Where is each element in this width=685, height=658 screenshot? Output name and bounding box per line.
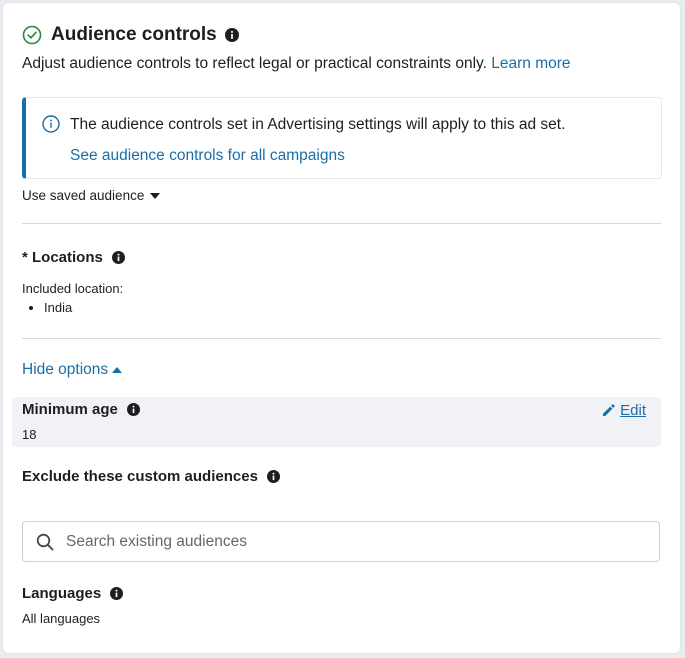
section-description: Adjust audience controls to reflect lega… bbox=[22, 55, 571, 73]
edit-label: Edit bbox=[620, 402, 646, 419]
page-title: Audience controls bbox=[51, 24, 217, 45]
pencil-icon bbox=[603, 404, 615, 416]
info-icon[interactable] bbox=[110, 587, 124, 600]
saved-audience-label: Use saved audience bbox=[22, 188, 145, 203]
use-saved-audience-dropdown[interactable]: Use saved audience bbox=[22, 188, 161, 203]
caret-down-icon bbox=[150, 192, 161, 199]
learn-more-link[interactable]: Learn more bbox=[491, 55, 570, 72]
divider bbox=[22, 338, 661, 339]
section-header: Audience controls bbox=[22, 23, 239, 47]
languages-title: Languages bbox=[22, 585, 102, 602]
hide-options-toggle[interactable]: Hide options bbox=[22, 361, 123, 379]
check-circle-icon bbox=[22, 25, 42, 45]
exclude-audiences-heading: Exclude these custom audiences bbox=[22, 468, 280, 485]
languages-value: All languages bbox=[22, 611, 101, 626]
locations-heading: * Locations bbox=[22, 249, 125, 266]
locations-title: * Locations bbox=[22, 249, 103, 266]
caret-up-icon bbox=[112, 367, 123, 373]
info-icon[interactable] bbox=[111, 251, 125, 264]
search-icon bbox=[36, 533, 54, 550]
info-outline-icon bbox=[42, 115, 60, 133]
minimum-age-heading: Minimum age bbox=[22, 401, 140, 418]
search-input[interactable] bbox=[66, 532, 626, 551]
info-icon[interactable] bbox=[266, 470, 280, 483]
notice-text: The audience controls set in Advertising… bbox=[70, 116, 566, 133]
audience-controls-card: Audience controls Adjust audience contro… bbox=[3, 3, 680, 653]
hide-options-label: Hide options bbox=[22, 361, 109, 378]
list-item: India bbox=[29, 300, 72, 315]
minimum-age-title: Minimum age bbox=[22, 401, 118, 418]
info-icon[interactable] bbox=[126, 403, 140, 416]
included-location-label: Included location: bbox=[22, 281, 124, 296]
see-audience-controls-link[interactable]: See audience controls for all campaigns bbox=[70, 147, 345, 165]
exclude-audiences-title: Exclude these custom audiences bbox=[22, 468, 258, 485]
search-audiences-field[interactable] bbox=[22, 521, 660, 562]
info-icon[interactable] bbox=[224, 28, 239, 42]
info-notice: The audience controls set in Advertising… bbox=[22, 97, 662, 179]
edit-minimum-age-button[interactable]: Edit bbox=[602, 402, 646, 419]
languages-heading: Languages bbox=[22, 585, 124, 602]
minimum-age-value: 18 bbox=[22, 427, 37, 442]
bullet-dot bbox=[29, 305, 33, 310]
description-text: Adjust audience controls to reflect lega… bbox=[22, 55, 487, 72]
divider bbox=[22, 223, 661, 224]
location-name: India bbox=[44, 300, 73, 315]
